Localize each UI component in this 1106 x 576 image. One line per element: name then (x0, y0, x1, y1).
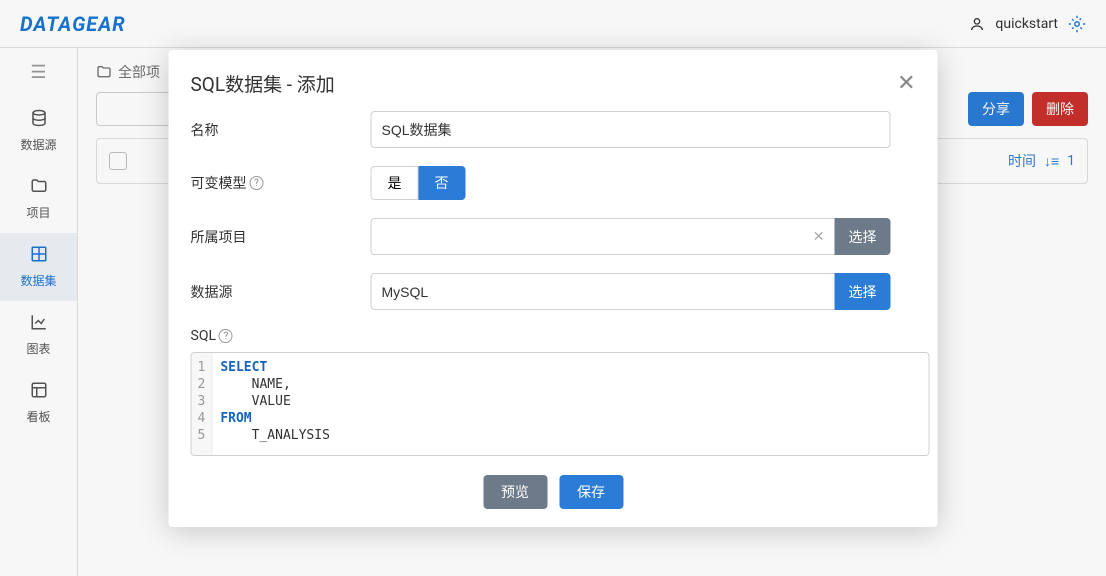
datasource-select-button[interactable]: 选择 (835, 273, 891, 310)
close-icon[interactable]: ✕ (897, 73, 915, 95)
sql-code[interactable]: SELECT NAME, VALUE FROM T_ANALYSIS (212, 353, 338, 455)
sql-dataset-modal: SQL数据集 - 添加 ✕ 名称 可变模型 ? 是 否 所属 (169, 50, 938, 527)
toggle-no[interactable]: 否 (419, 166, 466, 200)
datasource-input[interactable] (371, 273, 835, 310)
project-label: 所属项目 (191, 227, 371, 247)
help-icon[interactable]: ? (219, 329, 233, 343)
name-input[interactable] (371, 111, 891, 148)
line-gutter: 1 2 3 4 5 (192, 353, 213, 455)
save-button[interactable]: 保存 (559, 475, 623, 509)
modal-title: SQL数据集 - 添加 (191, 70, 335, 97)
project-input[interactable] (371, 218, 835, 255)
clear-icon[interactable]: ✕ (813, 229, 825, 245)
datasource-label: 数据源 (191, 282, 371, 302)
name-label: 名称 (191, 120, 371, 140)
toggle-yes[interactable]: 是 (371, 166, 419, 200)
mutable-model-label: 可变模型 ? (191, 173, 371, 193)
project-select-button[interactable]: 选择 (835, 218, 891, 255)
help-icon[interactable]: ? (250, 176, 264, 190)
sql-editor[interactable]: 1 2 3 4 5 SELECT NAME, VALUE FROM T_ANAL… (191, 352, 930, 456)
sql-label: SQL ? (191, 328, 930, 344)
preview-button[interactable]: 预览 (483, 475, 547, 509)
